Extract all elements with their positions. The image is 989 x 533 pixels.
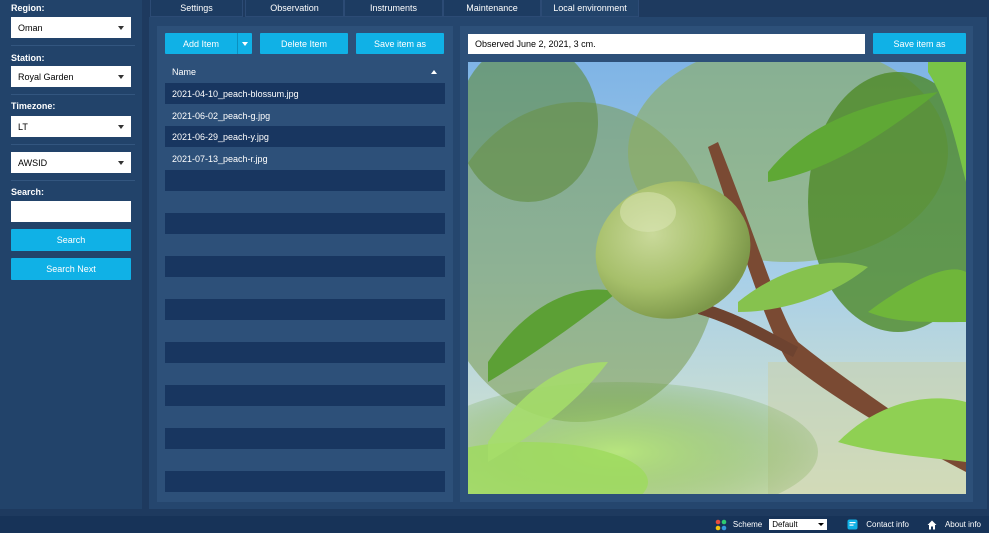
list-item-empty — [165, 191, 445, 212]
save-item-as-button[interactable]: Save item as — [356, 33, 444, 54]
about-info-link[interactable]: About info — [927, 520, 981, 530]
list-item[interactable]: 2021-06-02_peach-g.jpg — [165, 105, 445, 126]
list-item-empty — [165, 385, 445, 406]
search-input[interactable] — [11, 201, 131, 222]
chevron-down-icon — [818, 523, 825, 526]
timezone-value: LT — [18, 121, 28, 132]
scheme-label: Scheme — [732, 520, 763, 529]
home-icon — [927, 520, 937, 529]
list-header[interactable]: Name — [165, 62, 445, 82]
tab-settings[interactable]: Settings — [150, 0, 243, 17]
list-item-empty — [165, 406, 445, 427]
tab-instruments[interactable]: Instruments — [344, 0, 443, 17]
list-item-empty — [165, 471, 445, 492]
column-header-name: Name — [172, 67, 197, 77]
divider — [11, 45, 135, 46]
list-item-empty — [165, 449, 445, 470]
region-label: Region: — [11, 3, 45, 13]
scheme-group: Scheme Default — [715, 519, 828, 531]
list-item[interactable]: 2021-07-13_peach-r.jpg — [165, 148, 445, 169]
list-item-empty — [165, 320, 445, 341]
add-item-label: Add Item — [182, 38, 220, 49]
chevron-down-icon — [118, 25, 124, 30]
caption-field[interactable]: Observed June 2, 2021, 3 cm. — [468, 34, 865, 54]
list-item-empty — [165, 234, 445, 255]
tab-observation[interactable]: Observation — [245, 0, 344, 17]
delete-item-button[interactable]: Delete Item — [260, 33, 348, 54]
detail-save-item-as-button[interactable]: Save item as — [873, 33, 966, 54]
search-label: Search: — [11, 187, 45, 197]
palette-icon — [715, 519, 727, 530]
chevron-down-icon — [118, 74, 124, 79]
search-button[interactable]: Search — [11, 229, 131, 251]
station-label: Station: — [11, 53, 45, 63]
list-item-empty — [165, 428, 445, 449]
tab-maintenance[interactable]: Maintenance — [443, 0, 541, 17]
contact-info-label: Contact info — [866, 520, 909, 529]
region-select[interactable]: Oman — [11, 17, 131, 38]
sidebar: Region: Oman Station: Royal Garden Timez… — [0, 0, 142, 509]
region-value: Oman — [18, 22, 43, 33]
timezone-select[interactable]: LT — [11, 116, 131, 137]
station-select[interactable]: Royal Garden — [11, 66, 131, 87]
divider — [11, 180, 135, 181]
contact-card-icon — [847, 519, 858, 530]
scheme-value: Default — [772, 520, 798, 529]
id-type-select[interactable]: AWSID — [11, 152, 131, 173]
tab-local-environment[interactable]: Local environment — [541, 0, 639, 17]
list-item-empty — [165, 170, 445, 191]
status-bar: Scheme Default Contact info About info — [0, 516, 989, 533]
list-item-empty — [165, 213, 445, 234]
station-value: Royal Garden — [18, 71, 74, 82]
list-item-empty — [165, 342, 445, 363]
list-item-empty — [165, 363, 445, 384]
list-item-empty — [165, 256, 445, 277]
scheme-select[interactable]: Default — [769, 519, 828, 530]
list-item-empty — [165, 277, 445, 298]
divider — [11, 144, 135, 145]
list-item-empty — [165, 299, 445, 320]
list-item[interactable]: 2021-04-10_peach-blossum.jpg — [165, 83, 445, 104]
id-type-value: AWSID — [18, 157, 48, 168]
chevron-down-icon — [242, 41, 248, 46]
about-info-label: About info — [944, 520, 981, 529]
chevron-down-icon — [118, 124, 124, 129]
add-item-button[interactable]: Add Item — [165, 33, 252, 54]
search-next-button[interactable]: Search Next — [11, 258, 131, 280]
chevron-down-icon — [118, 160, 124, 165]
peach-photo-image — [468, 62, 966, 494]
divider — [11, 94, 135, 95]
contact-info-link[interactable]: Contact info — [847, 519, 909, 530]
timezone-label: Timezone: — [11, 101, 56, 111]
list-item[interactable]: 2021-06-29_peach-y.jpg — [165, 126, 445, 147]
observation-photo — [468, 62, 966, 494]
add-item-dropdown[interactable] — [238, 41, 252, 46]
sort-up-icon — [431, 70, 437, 74]
